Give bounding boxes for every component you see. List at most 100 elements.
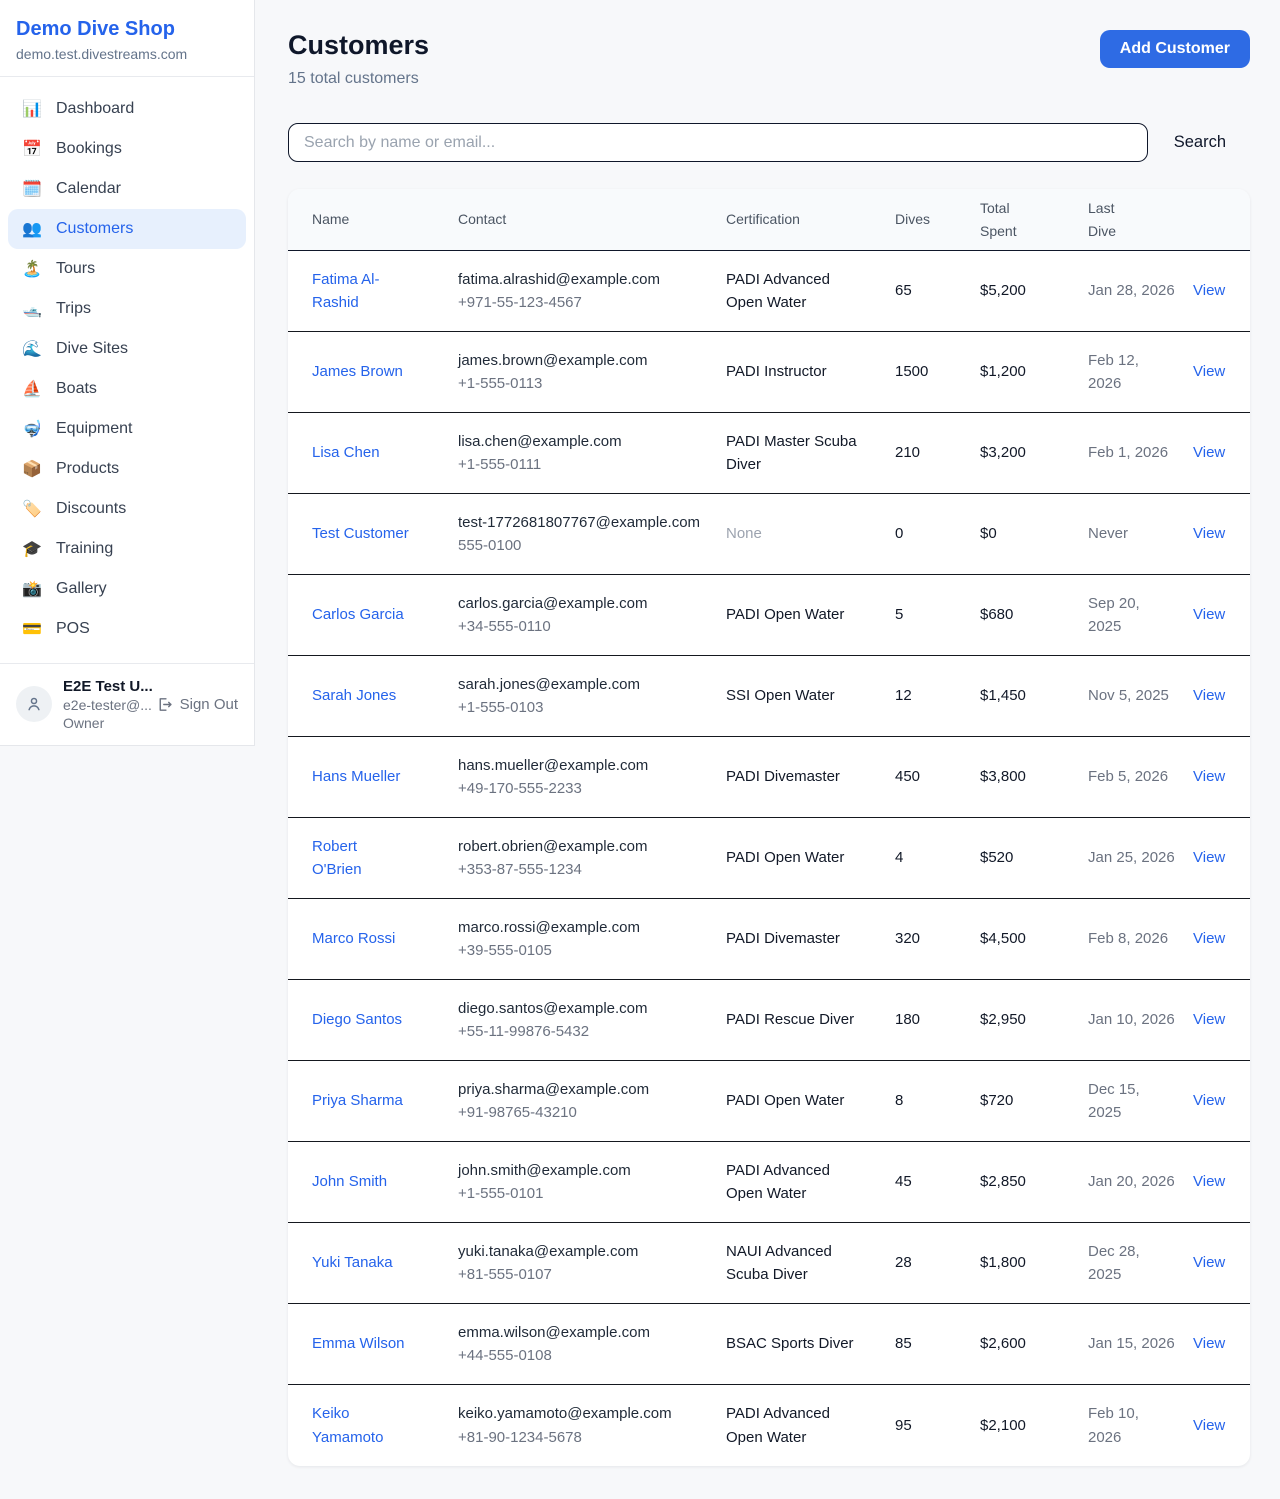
sidebar-item-label: Bookings [56,140,122,158]
customer-certification: PADI Instructor [726,344,895,399]
customer-last-dive: Sep 20, 2025 [1088,576,1193,655]
customer-last-dive: Dec 15, 2025 [1088,1062,1193,1141]
customer-last-dive: Feb 10, 2026 [1088,1386,1193,1465]
customer-contact: robert.obrien@example.com +353-87-555-12… [458,819,726,898]
view-link[interactable]: View [1193,1173,1225,1190]
customer-phone: +1-555-0103 [458,696,710,719]
customer-total-spent: $4,500 [980,911,1088,966]
user-meta: E2E Test U... e2e-tester@... Owner [63,678,145,731]
customer-name-link[interactable]: Robert O'Brien [312,838,362,878]
view-link[interactable]: View [1193,444,1225,461]
sidebar-item-pos[interactable]: 💳 POS [8,609,246,649]
customer-total-spent: $3,800 [980,749,1088,804]
customer-phone: +91-98765-43210 [458,1101,710,1124]
customer-dives: 320 [895,911,980,966]
sidebar-item-equipment[interactable]: 🤿 Equipment [8,409,246,449]
search-input[interactable] [288,123,1148,162]
view-link[interactable]: View [1193,606,1225,623]
table-row: Lisa Chen lisa.chen@example.com +1-555-0… [288,413,1250,494]
customer-dives: 65 [895,263,980,318]
customer-name-link[interactable]: Priya Sharma [312,1092,403,1109]
customer-email: sarah.jones@example.com [458,673,710,696]
customer-name-link[interactable]: Test Customer [312,525,409,542]
view-link[interactable]: View [1193,1335,1225,1352]
sidebar-item-trips[interactable]: 🛥️ Trips [8,289,246,329]
customer-dives: 180 [895,992,980,1047]
customer-certification: PADI Advanced Open Water [726,1143,895,1222]
view-link[interactable]: View [1193,1092,1225,1109]
customer-contact: marco.rossi@example.com +39-555-0105 [458,900,726,979]
customer-dives: 12 [895,668,980,723]
table-row: Carlos Garcia carlos.garcia@example.com … [288,575,1250,656]
customer-email: john.smith@example.com [458,1159,710,1182]
sidebar-item-training[interactable]: 🎓 Training [8,529,246,569]
customer-last-dive: Jan 25, 2026 [1088,830,1193,885]
column-header-total-spent: Total Spent [980,197,1088,242]
gallery-icon: 📸 [22,579,42,599]
customer-name-link[interactable]: Yuki Tanaka [312,1254,393,1271]
view-link[interactable]: View [1193,363,1225,380]
table-row: John Smith john.smith@example.com +1-555… [288,1142,1250,1223]
sidebar-item-bookings[interactable]: 📅 Bookings [8,129,246,169]
customer-dives: 5 [895,587,980,642]
view-link[interactable]: View [1193,1011,1225,1028]
customer-last-dive: Jan 20, 2026 [1088,1154,1193,1209]
sidebar-item-boats[interactable]: ⛵ Boats [8,369,246,409]
customer-total-spent: $0 [980,506,1088,561]
customer-certification: PADI Rescue Diver [726,992,895,1047]
customer-certification: SSI Open Water [726,668,895,723]
view-link[interactable]: View [1193,525,1225,542]
sidebar-item-tours[interactable]: 🏝️ Tours [8,249,246,289]
customer-certification: None [726,506,895,561]
view-link[interactable]: View [1193,1417,1225,1434]
view-link[interactable]: View [1193,1254,1225,1271]
sign-out-icon [156,696,173,713]
sidebar-item-label: Dashboard [56,100,134,118]
customer-name-link[interactable]: Keiko Yamamoto [312,1405,383,1445]
customer-name-link[interactable]: Emma Wilson [312,1335,405,1352]
customer-name-link[interactable]: Marco Rossi [312,930,395,947]
main-content: Customers 15 total customers Add Custome… [256,0,1280,1499]
sidebar-item-products[interactable]: 📦 Products [8,449,246,489]
customer-name-link[interactable]: Sarah Jones [312,687,396,704]
customer-dives: 28 [895,1235,980,1290]
sidebar-item-gallery[interactable]: 📸 Gallery [8,569,246,609]
sidebar-item-discounts[interactable]: 🏷️ Discounts [8,489,246,529]
customer-total-spent: $2,100 [980,1398,1088,1453]
sidebar-item-customers[interactable]: 👥 Customers [8,209,246,249]
view-link[interactable]: View [1193,687,1225,704]
sidebar-item-label: Tours [56,260,95,278]
sidebar-item-label: Customers [56,220,133,238]
sidebar-item-dive-sites[interactable]: 🌊 Dive Sites [8,329,246,369]
customer-last-dive: Feb 5, 2026 [1088,749,1193,804]
sign-out-button[interactable]: Sign Out [156,696,238,713]
customers-table: Name Contact Certification Dives Total S… [288,189,1250,1466]
customer-name-link[interactable]: Carlos Garcia [312,606,404,623]
customer-last-dive: Feb 8, 2026 [1088,911,1193,966]
view-link[interactable]: View [1193,849,1225,866]
customer-phone: +55-11-99876-5432 [458,1020,710,1043]
products-icon: 📦 [22,459,42,479]
shop-domain: demo.test.divestreams.com [16,46,238,62]
customer-name-link[interactable]: John Smith [312,1173,387,1190]
customer-name-link[interactable]: Fatima Al-Rashid [312,271,380,311]
sidebar-item-dashboard[interactable]: 📊 Dashboard [8,89,246,129]
add-customer-button[interactable]: Add Customer [1100,30,1250,68]
customer-name-link[interactable]: Diego Santos [312,1011,402,1028]
view-link[interactable]: View [1193,930,1225,947]
customer-email: keiko.yamamoto@example.com [458,1402,710,1425]
customer-dives: 45 [895,1154,980,1209]
view-link[interactable]: View [1193,282,1225,299]
sidebar-item-label: Equipment [56,420,133,438]
customer-name-link[interactable]: Hans Mueller [312,768,400,785]
sidebar-item-label: Gallery [56,580,107,598]
customer-name-link[interactable]: Lisa Chen [312,444,380,461]
search-button[interactable]: Search [1148,133,1250,152]
view-link[interactable]: View [1193,768,1225,785]
customer-name-link[interactable]: James Brown [312,363,403,380]
trips-icon: 🛥️ [22,299,42,319]
customer-certification: PADI Open Water [726,830,895,885]
sidebar-item-calendar[interactable]: 🗓️ Calendar [8,169,246,209]
user-name: E2E Test U... [63,678,145,695]
sidebar-item-label: Trips [56,300,91,318]
